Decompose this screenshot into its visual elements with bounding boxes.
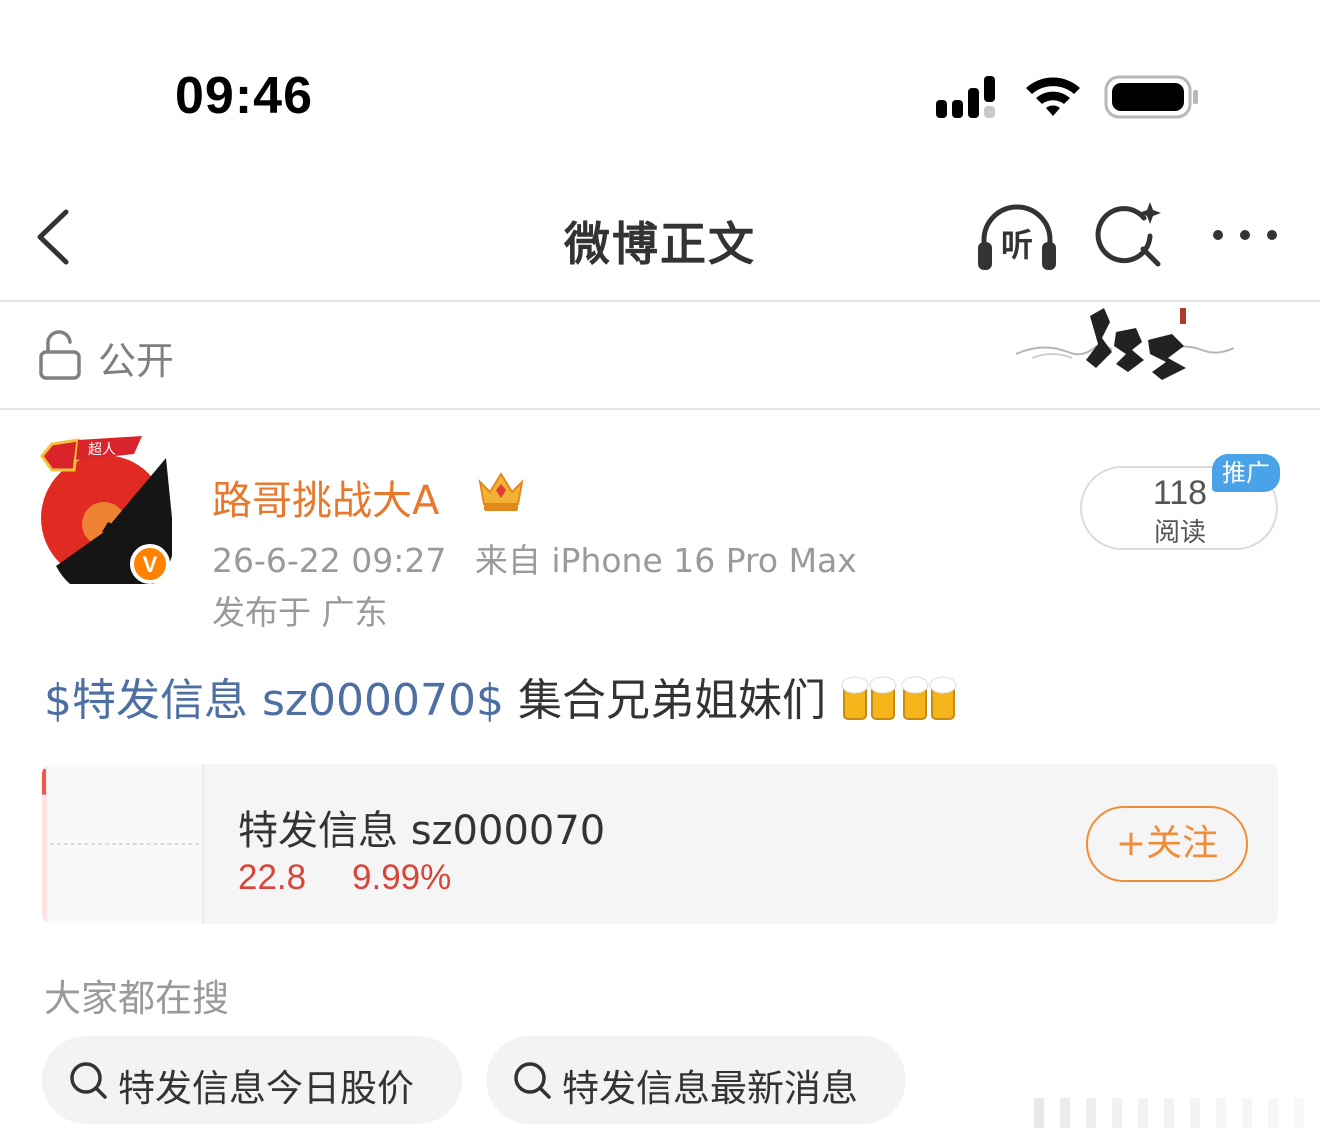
nav-bar: 微博正文 听: [0, 190, 1320, 302]
svg-text:超人: 超人: [88, 442, 116, 458]
trending-title: 大家都在搜: [44, 977, 229, 1020]
search-ai-icon[interactable]: [1094, 200, 1166, 272]
status-time: 09:46: [175, 67, 313, 125]
post-meta: 26-6-22 09:27 来自 iPhone 16 Pro Max: [212, 534, 857, 582]
search-suggestion-label: 特发信息今日股价: [118, 1067, 414, 1110]
search-suggestion-chip[interactable]: 特发信息今日股价: [42, 1036, 462, 1124]
stock-price: 22.8: [238, 858, 307, 897]
lock-icon: [39, 330, 81, 380]
status-bar: 09:46: [0, 0, 1320, 190]
visibility-bar: 公开: [0, 302, 1320, 410]
wukong-logo-art: [1015, 308, 1235, 380]
author-name[interactable]: 路哥挑战大A: [212, 468, 439, 526]
more-icon[interactable]: [1208, 220, 1282, 250]
avatar[interactable]: 超人 V: [38, 436, 172, 584]
search-suggestion-label: 特发信息最新消息: [562, 1067, 858, 1110]
stock-mini-chart: [42, 764, 204, 924]
search-icon: [70, 1062, 107, 1099]
stock-tag-link[interactable]: $特发信息 sz000070$: [44, 675, 504, 726]
post-text: 集合兄弟姐妹们: [503, 675, 826, 726]
watermark-bars: [1034, 1098, 1304, 1128]
search-icon: [514, 1062, 551, 1099]
read-label: 阅读: [1153, 518, 1206, 548]
crown-icon: [478, 472, 524, 511]
visibility-label: 公开: [98, 339, 175, 383]
signal-icon: [936, 76, 995, 118]
post-body: $特发信息 sz000070$ 集合兄弟姐妹们: [44, 664, 960, 728]
follow-button[interactable]: +关注: [1086, 806, 1248, 882]
post-source: 来自 iPhone 16 Pro Max: [474, 541, 857, 580]
search-suggestion-chip[interactable]: 特发信息最新消息: [486, 1036, 906, 1124]
svg-text:听: 听: [1001, 226, 1033, 264]
wifi-icon: [1026, 77, 1080, 116]
ad-badge: 推广: [1212, 454, 1280, 492]
svg-text:V: V: [143, 552, 158, 577]
beer-icon: [901, 676, 957, 720]
beer-icon: [841, 676, 897, 720]
post-timestamp: 26-6-22 09:27: [212, 541, 447, 580]
battery-icon: [1104, 75, 1198, 119]
stock-card[interactable]: 特发信息 sz000070 22.8 9.99% +关注: [42, 764, 1278, 924]
post-location: 发布于 广东: [212, 593, 388, 632]
stock-name: 特发信息 sz000070: [238, 808, 606, 854]
listen-icon[interactable]: 听: [974, 202, 1060, 274]
stock-change: 9.99%: [352, 858, 452, 897]
